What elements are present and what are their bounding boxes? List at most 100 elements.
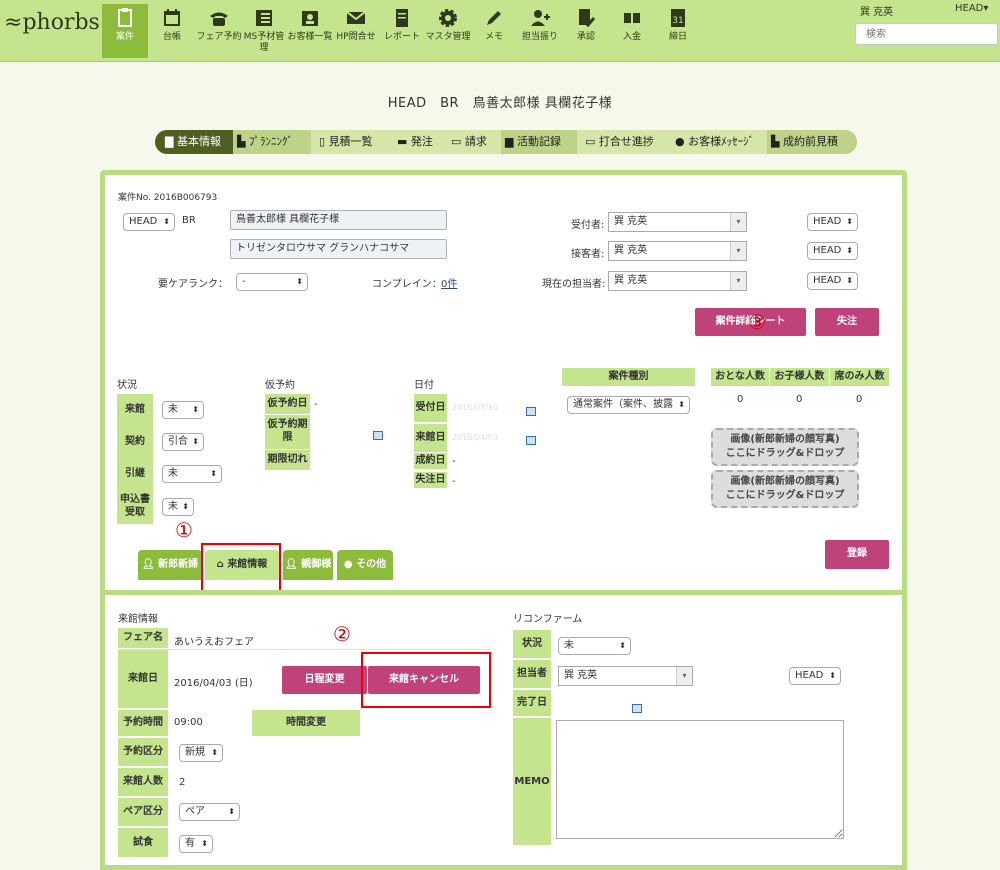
highlight-box-2 xyxy=(361,652,491,708)
reservation-time-label: 予約時間 xyxy=(118,710,168,736)
visit-section-title: 来館情報 xyxy=(118,614,158,625)
pair-kind-label: ペア区分 xyxy=(118,798,168,826)
annotation-1: ① xyxy=(175,518,193,542)
contract-date-value: - xyxy=(452,456,456,467)
care-rank-select[interactable]: - ⬍ xyxy=(236,273,308,291)
divider xyxy=(118,649,490,650)
case-type-select[interactable]: 通常案件（案件、披露 ⬍ xyxy=(567,396,690,414)
provisional-section-title: 仮予約 xyxy=(265,380,295,391)
receptionist-select[interactable]: 巽 克英 ▾ xyxy=(608,212,747,232)
nav-item-case[interactable]: 案件 xyxy=(102,4,148,58)
reconfirm-status-select[interactable]: 未 ⬍ xyxy=(558,637,631,655)
case-type-header: 案件種別 xyxy=(562,368,695,386)
nav-item-master[interactable]: マスタ管理 xyxy=(425,4,471,58)
nav-item-fair-reservation[interactable]: フェア予約 xyxy=(196,4,242,58)
lost-button[interactable]: 失注 xyxy=(815,308,879,336)
tasting-select[interactable]: 有 ⬍ xyxy=(179,835,213,853)
branch-select[interactable]: HEAD ⬍ xyxy=(123,213,175,231)
id-card-icon xyxy=(302,11,318,26)
nav-item-approval[interactable]: 承認 xyxy=(563,4,609,58)
visitor-count-value: 2 xyxy=(179,777,186,788)
reconfirm-staff-select[interactable]: 巽 克英 ▾ xyxy=(558,666,693,686)
complaint-label: コンプレイン： xyxy=(372,279,442,290)
image-drop-zone-2[interactable]: 画像(新郎新婦の顔写真) ここにドラッグ&ドロップ xyxy=(711,470,859,508)
updown-icon: ⬍ xyxy=(619,641,626,650)
chat-icon: ● xyxy=(675,135,689,148)
tab-pre-contract-estimate[interactable]: ▙ 成約前見積 xyxy=(767,130,857,154)
status-application-label: 申込書受取 xyxy=(117,490,153,524)
current-staff-branch-select[interactable]: HEAD ⬍ xyxy=(807,272,858,290)
svg-text:31: 31 xyxy=(672,16,683,26)
customer-names-field[interactable]: 鳥善太郎様 具欄花子様 xyxy=(230,210,447,230)
nav-item-payment[interactable]: 入金 xyxy=(609,4,655,58)
tab-customer-message[interactable]: ● お客様ﾒｯｾｰｼﾞ xyxy=(671,130,767,154)
tab-order[interactable]: ▬ 発注 xyxy=(393,130,441,154)
tab-planning[interactable]: ▙ ﾌﾟﾗﾝﾆﾝｸﾞ xyxy=(233,130,311,154)
updown-icon: ⬍ xyxy=(846,246,853,255)
user-add-icon xyxy=(531,10,550,26)
branch-dropdown[interactable]: HEAD▾ xyxy=(955,3,988,14)
updown-icon: ⬍ xyxy=(211,748,218,757)
current-user[interactable]: 巽 克英 xyxy=(860,3,893,18)
status-visit-label: 来館 xyxy=(117,394,153,426)
status-application-select[interactable]: 未 ⬍ xyxy=(162,498,194,516)
tab-meeting-progress[interactable]: ▭ 打合せ進捗 xyxy=(581,130,669,154)
nav-item-customer-list[interactable]: お客様一覧 xyxy=(287,4,333,58)
tab-other[interactable]: ● その他 xyxy=(337,550,393,580)
receptionist-label: 受付者: xyxy=(571,220,605,231)
reservation-kind-label: 予約区分 xyxy=(118,738,168,766)
calendar-icon[interactable] xyxy=(373,431,383,440)
current-staff-select[interactable]: 巽 克英 ▾ xyxy=(608,271,747,291)
complaint-link[interactable]: 0件 xyxy=(441,275,457,290)
server-branch-select[interactable]: HEAD ⬍ xyxy=(807,242,858,260)
visit-date-value[interactable]: 2016/04/03 xyxy=(452,433,498,442)
nav-item-closing-day[interactable]: 31 締日 xyxy=(655,4,701,58)
customer-kana-field[interactable]: トリゼンタロウサマ グランハナコサマ xyxy=(230,239,447,259)
status-visit-select[interactable]: 未 ⬍ xyxy=(162,401,204,419)
search-input[interactable] xyxy=(855,23,998,45)
image-drop-zone-1[interactable]: 画像(新郎新婦の顔写真) ここにドラッグ&ドロップ xyxy=(711,428,859,466)
nav-item-assignment[interactable]: 担当振り xyxy=(517,4,563,58)
provisional-date-value: - xyxy=(314,399,318,410)
reservation-kind-select[interactable]: 新規 ⬍ xyxy=(179,744,223,762)
tab-billing[interactable]: ▭ 請求 xyxy=(447,130,497,154)
time-change-button[interactable]: 時間変更 xyxy=(252,710,360,736)
calendar-icon[interactable] xyxy=(526,436,536,445)
tab-activity-log[interactable]: ▆ 活動記録 xyxy=(501,130,577,154)
visit-date-label: 来館日 xyxy=(414,424,447,452)
status-handover-select[interactable]: 未 ⬍ xyxy=(162,465,222,483)
receptionist-branch-select[interactable]: HEAD ⬍ xyxy=(807,213,858,231)
calendar-icon[interactable] xyxy=(526,407,536,416)
server-select[interactable]: 巽 克英 ▾ xyxy=(608,241,747,261)
nav-item-memo[interactable]: メモ xyxy=(471,4,517,58)
pencil-icon xyxy=(487,11,501,25)
tab-basic-info[interactable]: ▇ 基本情報 xyxy=(155,130,233,154)
logo[interactable]: ≈phorbs xyxy=(4,10,100,35)
case-number: 案件No. 2016B006793 xyxy=(118,193,218,203)
reschedule-button[interactable]: 日程変更 xyxy=(282,666,367,694)
memo-textarea[interactable] xyxy=(556,720,844,839)
updown-icon: ⬍ xyxy=(182,502,189,511)
nav-item-report[interactable]: レポート xyxy=(379,4,425,58)
tab-bride-groom[interactable]: 👤︎ 新郎新婦 xyxy=(138,550,202,580)
fair-name-value: あいうえおフェア xyxy=(174,637,254,648)
visitor-count-label: 来館人数 xyxy=(118,768,168,796)
provisional-expired-label: 期限切れ xyxy=(265,450,310,470)
pair-kind-select[interactable]: ペア ⬍ xyxy=(179,803,240,821)
nav-item-ms-material[interactable]: MS予材管理 xyxy=(241,4,287,58)
planning-icon: ▙ xyxy=(237,135,249,148)
register-button[interactable]: 登録 xyxy=(825,540,889,569)
status-section-title: 状況 xyxy=(117,380,137,391)
tab-parents[interactable]: 👤︎ 親御様 xyxy=(283,550,333,580)
date-31-icon: 31 xyxy=(671,9,685,27)
tab-estimate-list[interactable]: ▯ 見積一覧 xyxy=(315,130,385,154)
calendar-icon[interactable] xyxy=(632,704,642,713)
current-staff-label: 現在の担当者: xyxy=(542,279,606,290)
reconfirm-branch-select[interactable]: HEAD ⬍ xyxy=(789,667,841,685)
reception-date-value[interactable]: 2016/03/10 xyxy=(452,403,498,412)
nav-item-ledger[interactable]: 台帳 xyxy=(149,4,195,58)
nav-item-hp-inquiry[interactable]: HP問合せ xyxy=(333,4,379,58)
mail-icon xyxy=(346,11,366,24)
folder-icon: ▆ xyxy=(505,135,517,148)
status-contract-select[interactable]: 引合 ⬍ xyxy=(162,433,204,451)
